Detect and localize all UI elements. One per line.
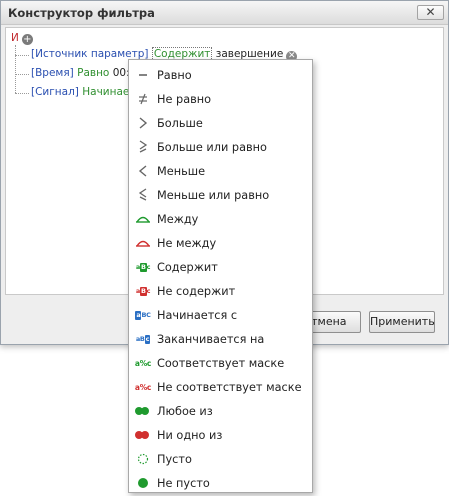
menu-item-label: Ни одно из: [157, 428, 223, 442]
menu-item-between[interactable]: Между: [129, 207, 312, 231]
menu-item-ends-with[interactable]: aBc Заканчивается на: [129, 327, 312, 351]
like-icon: a%c: [134, 358, 152, 368]
tree-branch: [15, 93, 29, 94]
tree-branch: [15, 55, 29, 56]
menu-item-greater-or-equal[interactable]: Больше или равно: [129, 135, 312, 159]
menu-item-label: Любое из: [157, 404, 213, 418]
menu-item-label: Меньше: [157, 164, 206, 178]
menu-item-not-like[interactable]: a%c Не соответствует маске: [129, 375, 312, 399]
condition-operator[interactable]: Равно: [77, 67, 109, 79]
not-contains-icon: aBc: [135, 286, 151, 296]
condition-field[interactable]: [Время]: [31, 67, 74, 79]
menu-item-label: Не соответствует маске: [157, 380, 302, 394]
menu-item-label: Больше: [157, 116, 203, 130]
title-bar: Конструктор фильтра ✕: [1, 1, 448, 25]
condition-field[interactable]: [Сигнал]: [31, 86, 79, 98]
ends-with-icon: aBc: [135, 334, 151, 344]
begins-with-icon: aBC: [135, 310, 151, 320]
menu-item-any-of[interactable]: Любое из: [129, 399, 312, 423]
close-button[interactable]: ✕: [417, 5, 444, 20]
contains-icon: aBc: [135, 262, 151, 272]
menu-item-equals[interactable]: Равно: [129, 63, 312, 87]
menu-item-less[interactable]: Меньше: [129, 159, 312, 183]
menu-item-label: Пусто: [157, 452, 192, 466]
tree-line: [15, 45, 16, 93]
menu-item-label: Не равно: [157, 92, 212, 106]
between-icon: [129, 207, 157, 231]
menu-item-greater[interactable]: Больше: [129, 111, 312, 135]
menu-item-label: Соответствует маске: [157, 356, 285, 370]
group-row: И +: [11, 32, 33, 46]
add-condition-icon[interactable]: +: [21, 34, 33, 45]
menu-item-is-not-empty[interactable]: Не пусто: [129, 471, 312, 495]
menu-item-label: Начинается с: [157, 308, 238, 322]
menu-item-label: Заканчивается на: [157, 332, 265, 346]
apply-button[interactable]: Применить: [369, 311, 435, 333]
menu-item-label: Не между: [157, 236, 217, 250]
menu-item-label: Равно: [157, 68, 192, 82]
menu-item-contains[interactable]: aBc Содержит: [129, 255, 312, 279]
menu-item-is-empty[interactable]: Пусто: [129, 447, 312, 471]
close-icon: ✕: [425, 5, 436, 19]
tree-branch: [15, 74, 29, 75]
not-like-icon: a%c: [134, 382, 152, 392]
menu-item-like[interactable]: a%c Соответствует маске: [129, 351, 312, 375]
menu-item-label: Содержит: [157, 260, 218, 274]
menu-item-label: Не пусто: [157, 476, 210, 490]
menu-item-none-of[interactable]: Ни одно из: [129, 423, 312, 447]
none-of-icon: [129, 423, 157, 447]
not-between-icon: [129, 231, 157, 255]
is-empty-icon: [129, 447, 157, 471]
any-of-icon: [129, 399, 157, 423]
menu-item-label: Меньше или равно: [157, 188, 270, 202]
operator-dropdown-menu: Равно Не равно Больше Больше или равно М…: [128, 59, 313, 493]
is-not-empty-icon: [129, 471, 157, 495]
less-or-equal-icon: [129, 183, 157, 207]
menu-item-not-contains[interactable]: aBc Не содержит: [129, 279, 312, 303]
menu-item-not-equal[interactable]: Не равно: [129, 87, 312, 111]
dialog-title: Конструктор фильтра: [8, 6, 155, 20]
menu-item-label: Между: [157, 212, 199, 226]
equals-icon: [129, 63, 157, 87]
menu-item-begins-with[interactable]: aBC Начинается с: [129, 303, 312, 327]
not-equal-icon: [129, 87, 157, 111]
menu-item-not-between[interactable]: Не между: [129, 231, 312, 255]
less-icon: [129, 159, 157, 183]
menu-item-label: Больше или равно: [157, 140, 267, 154]
menu-item-less-or-equal[interactable]: Меньше или равно: [129, 183, 312, 207]
menu-item-label: Не содержит: [157, 284, 236, 298]
greater-icon: [129, 111, 157, 135]
group-operator[interactable]: И: [11, 32, 19, 44]
greater-or-equal-icon: [129, 135, 157, 159]
